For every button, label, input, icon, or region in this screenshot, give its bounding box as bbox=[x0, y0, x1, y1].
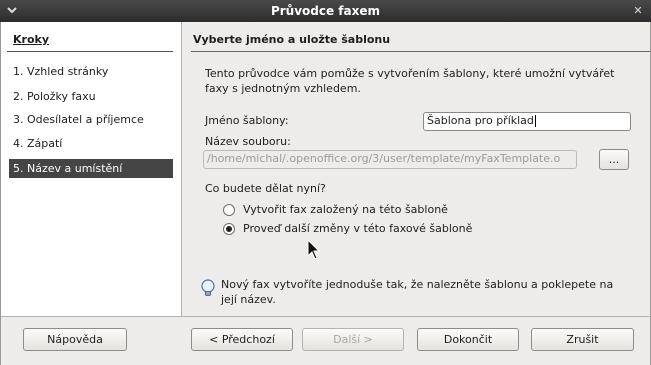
edit-template-label[interactable]: Proveď další změny v této faxové šabloně bbox=[243, 222, 472, 235]
intro-text: Tento průvodce vám pomůže s vytvořením š… bbox=[205, 67, 615, 95]
edit-template-radio[interactable] bbox=[223, 223, 235, 235]
page-title: Vyberte jméno a uložte šablonu bbox=[193, 33, 391, 46]
browse-button[interactable]: ... bbox=[599, 149, 629, 170]
wizard-window: Kroky 1. Vzhled stránky 2. Položky faxu … bbox=[0, 22, 651, 365]
title-bar: Průvodce faxem ✕ bbox=[0, 0, 651, 22]
footer-divider bbox=[1, 316, 651, 317]
title-divider bbox=[191, 51, 650, 52]
lightbulb-icon bbox=[200, 279, 216, 297]
back-button[interactable]: < Předchozí bbox=[191, 328, 293, 351]
template-name-input[interactable]: Šablona pro příklad bbox=[423, 112, 631, 131]
next-button[interactable]: Další > bbox=[302, 328, 404, 351]
help-button[interactable]: Nápověda bbox=[23, 328, 127, 351]
finish-button[interactable]: Dokončit bbox=[417, 328, 519, 351]
file-name-label: Název souboru: bbox=[205, 135, 291, 148]
step-sender-recipient[interactable]: 3. Odesílatel a příjemce bbox=[9, 110, 173, 129]
cancel-button[interactable]: Zrušit bbox=[531, 328, 634, 351]
window-title: Průvodce faxem bbox=[270, 4, 381, 18]
mouse-cursor-icon bbox=[307, 238, 321, 264]
next-action-question: Co budete dělat nyní? bbox=[205, 182, 326, 195]
hint-text: Nový fax vytvoříte jednoduše tak, že nal… bbox=[221, 278, 614, 306]
create-fax-radio[interactable] bbox=[223, 204, 235, 216]
template-name-value: Šablona pro příklad bbox=[427, 114, 534, 127]
main-panel: Vyberte jméno a uložte šablonu Tento prů… bbox=[183, 22, 650, 316]
step-page-design[interactable]: 1. Vzhled stránky bbox=[9, 62, 173, 81]
radio-selected-dot bbox=[226, 226, 232, 232]
create-fax-label[interactable]: Vytvořit fax založený na této šabloně bbox=[243, 203, 448, 216]
template-name-label: Jméno šablony: bbox=[205, 114, 289, 127]
step-fax-items[interactable]: 2. Položky faxu bbox=[9, 87, 173, 106]
file-name-input[interactable]: /home/michal/.openoffice.org/3/user/temp… bbox=[203, 150, 577, 169]
steps-sidebar: Kroky 1. Vzhled stránky 2. Položky faxu … bbox=[1, 22, 182, 316]
step-name-location[interactable]: 5. Název a umístění bbox=[9, 159, 173, 178]
step-footer[interactable]: 4. Zápatí bbox=[9, 134, 173, 153]
close-icon[interactable]: ✕ bbox=[630, 3, 646, 19]
steps-divider bbox=[7, 51, 173, 52]
text-caret bbox=[534, 115, 536, 127]
steps-heading: Kroky bbox=[13, 33, 49, 46]
